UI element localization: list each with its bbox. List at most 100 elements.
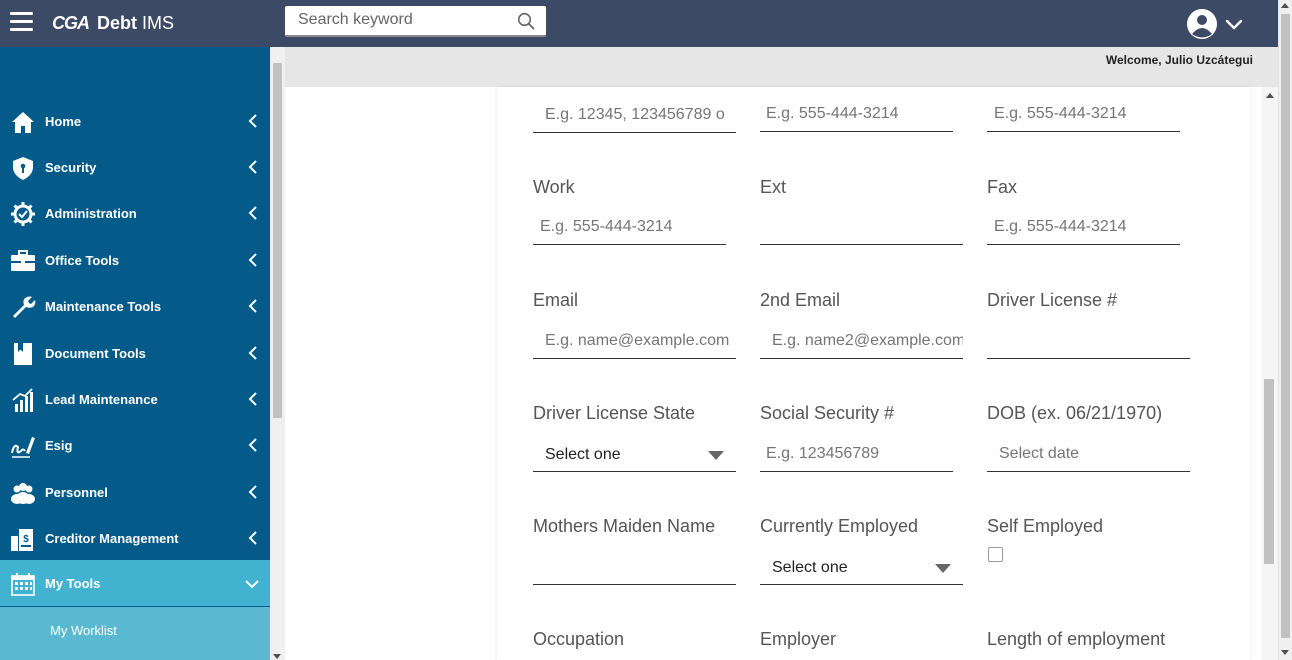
field-label: Employer <box>760 629 837 649</box>
self-employed-field: Self Employed <box>987 516 1190 576</box>
chart-up-icon <box>12 388 33 412</box>
sidebar-item-personnel[interactable]: Personnel <box>0 469 270 515</box>
field-label: Self Employed <box>987 516 1104 536</box>
sidebar-item-creditor-management[interactable]: $ Creditor Management <box>0 515 270 561</box>
app-logo[interactable]: CGA Debt IMS <box>52 11 174 35</box>
field-label: Driver License # <box>987 290 1118 310</box>
sidebar-item-security[interactable]: Security <box>0 144 270 190</box>
window-scrollbar[interactable] <box>1278 0 1292 660</box>
email2-input[interactable] <box>760 324 963 359</box>
select-value: Select one <box>545 446 621 463</box>
search-icon[interactable] <box>517 12 535 30</box>
email-input[interactable] <box>533 324 736 359</box>
sidebar-item-my-tools[interactable]: My Tools <box>0 560 270 606</box>
dob-input[interactable] <box>987 437 1190 472</box>
scroll-up-arrow-icon[interactable] <box>1266 93 1274 98</box>
home-icon <box>12 112 34 133</box>
work-phone-input[interactable] <box>533 210 726 245</box>
driver-license-input[interactable] <box>987 324 1190 359</box>
welcome-band: Welcome, Julio Uzcátegui <box>285 47 1278 87</box>
field-label: Work <box>533 177 575 197</box>
sidebar-item-lead-maintenance[interactable]: Lead Maintenance <box>0 376 270 422</box>
field-label: Mothers Maiden Name <box>533 516 716 536</box>
chevron-left-icon <box>248 160 257 174</box>
sidebar-item-label: Office Tools <box>45 252 120 268</box>
field-label: Social Security # <box>760 403 895 423</box>
sidebar-item-label: Lead Maintenance <box>45 391 158 407</box>
sidebar-item-document-tools[interactable]: Document Tools <box>0 330 270 376</box>
sidebar-item-label: My Tools <box>45 575 101 591</box>
sidebar-item-label: Home <box>45 113 82 129</box>
home-phone-input[interactable] <box>760 97 953 132</box>
dropdown-arrow-icon <box>708 451 724 460</box>
dropdown-arrow-icon <box>935 564 951 573</box>
field-label: Driver License State <box>533 403 696 423</box>
hamburger-menu-icon[interactable] <box>10 12 33 32</box>
search-box <box>285 6 546 37</box>
field-label: DOB (ex. 06/21/1970) <box>987 403 1163 423</box>
sidebar-item-label: Personnel <box>45 484 108 500</box>
field-label: Occupation <box>533 629 625 649</box>
signature-icon <box>11 437 35 458</box>
sidebar-item-label: Document Tools <box>45 345 146 361</box>
wrench-icon <box>13 296 36 318</box>
app-name: Debt IMS <box>97 12 175 33</box>
welcome-text: Welcome, Julio Uzcátegui <box>1105 53 1253 67</box>
chevron-left-icon <box>248 392 257 406</box>
scroll-down-arrow-icon[interactable] <box>273 654 281 659</box>
creditor-icon: $ <box>11 529 33 551</box>
mothers-maiden-input[interactable] <box>533 550 736 585</box>
user-avatar-icon <box>1187 9 1243 39</box>
scroll-down-arrow-icon[interactable] <box>1281 650 1289 655</box>
select-value: Select one <box>772 559 848 576</box>
ssn-input[interactable] <box>760 437 953 472</box>
sidebar-item-label: Administration <box>45 205 137 221</box>
chevron-left-icon <box>248 206 257 220</box>
form-card: Work Ext Fax Email 2nd Email Driver Lice… <box>497 87 1250 660</box>
self-employed-checkbox[interactable] <box>988 547 1003 562</box>
field-label: Email <box>533 290 579 310</box>
sidebar-item-maintenance-tools[interactable]: Maintenance Tools <box>0 283 270 329</box>
field-label: Length of employment <box>987 629 1166 649</box>
user-menu[interactable] <box>1186 8 1246 40</box>
sidebar-item-label: Esig <box>45 437 73 453</box>
fax-input[interactable] <box>987 210 1180 245</box>
sidebar-item-esig[interactable]: Esig <box>0 422 270 468</box>
sidebar: Home Security Administration Office Tool… <box>0 47 270 660</box>
search-input[interactable] <box>285 6 505 34</box>
sidebar-scrollbar[interactable] <box>270 47 285 660</box>
sidebar-scrollbar-thumb[interactable] <box>273 63 282 418</box>
currently-employed-select[interactable]: Select one <box>760 550 963 585</box>
briefcase-icon <box>11 250 35 271</box>
chevron-left-icon <box>248 531 257 545</box>
people-icon <box>11 483 35 504</box>
ext-input[interactable] <box>760 210 963 245</box>
sidebar-item-office-tools[interactable]: Office Tools <box>0 237 270 283</box>
chevron-left-icon <box>248 346 257 360</box>
window-scrollbar-thumb[interactable] <box>1281 14 1290 638</box>
sidebar-subitem-my-worklist[interactable]: My Worklist <box>50 623 117 638</box>
chevron-left-icon <box>248 485 257 499</box>
top-bar: CGA Debt IMS <box>0 0 1278 47</box>
document-icon <box>14 343 32 365</box>
content-scrollbar-thumb[interactable] <box>1264 379 1274 564</box>
content-scrollbar[interactable] <box>1262 87 1278 660</box>
chevron-left-icon <box>248 438 257 452</box>
scroll-up-arrow-icon[interactable] <box>1281 3 1289 8</box>
field-label: Ext <box>760 177 787 197</box>
field-label: Currently Employed <box>760 516 919 536</box>
chevron-left-icon <box>248 114 257 128</box>
account-number-input[interactable] <box>533 98 736 133</box>
svg-text:$: $ <box>23 534 29 545</box>
sidebar-item-label: Security <box>45 159 97 175</box>
gear-check-icon <box>11 202 35 226</box>
chevron-left-icon <box>248 253 257 267</box>
shield-icon <box>13 157 33 180</box>
driver-license-state-select[interactable]: Select one <box>533 437 736 472</box>
calendar-icon <box>11 573 35 596</box>
sidebar-item-home[interactable]: Home <box>0 98 270 144</box>
cell-phone-input[interactable] <box>987 97 1180 132</box>
sidebar-item-administration[interactable]: Administration <box>0 190 270 236</box>
chevron-left-icon <box>248 299 257 313</box>
sidebar-item-label: Maintenance Tools <box>45 298 162 314</box>
